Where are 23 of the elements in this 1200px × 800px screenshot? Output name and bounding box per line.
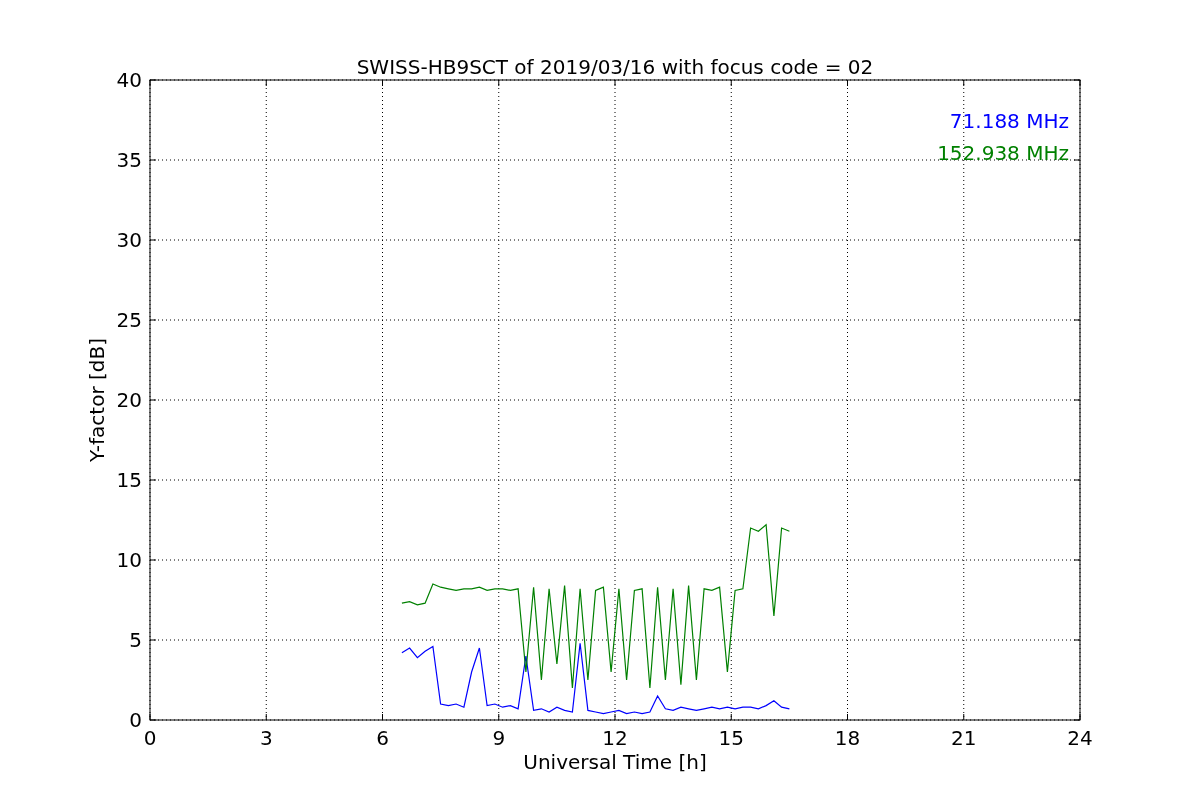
tick-label: 5 xyxy=(129,628,142,652)
tick-label: 30 xyxy=(116,228,142,252)
tick-label: 10 xyxy=(116,548,142,572)
tick-label: 15 xyxy=(718,726,744,750)
tick-label: 3 xyxy=(259,726,273,750)
tick-label: 40 xyxy=(116,68,142,92)
tick-label: 0 xyxy=(129,708,142,732)
legend-label: 152.938 MHz xyxy=(937,141,1069,165)
chart-title: SWISS-HB9SCT of 2019/03/16 with focus code = 02 xyxy=(356,55,874,79)
tick-label: 6 xyxy=(376,726,389,750)
tick-label: 24 xyxy=(1067,726,1093,750)
tick-label: 20 xyxy=(116,388,142,412)
legend-label: 71.188 MHz xyxy=(949,109,1069,133)
y-axis-label: Y-factor [dB] xyxy=(85,338,109,462)
tick-label: 0 xyxy=(143,726,157,750)
tick-label: 35 xyxy=(116,148,142,172)
x-axis-label: Universal Time [h] xyxy=(523,750,707,774)
tick-label: 18 xyxy=(834,726,861,750)
tick-label: 21 xyxy=(951,726,977,750)
tick-label: 15 xyxy=(116,468,142,492)
tick-label: 12 xyxy=(602,726,628,750)
tick-label: 25 xyxy=(116,308,142,332)
tick-label: 9 xyxy=(492,726,506,750)
